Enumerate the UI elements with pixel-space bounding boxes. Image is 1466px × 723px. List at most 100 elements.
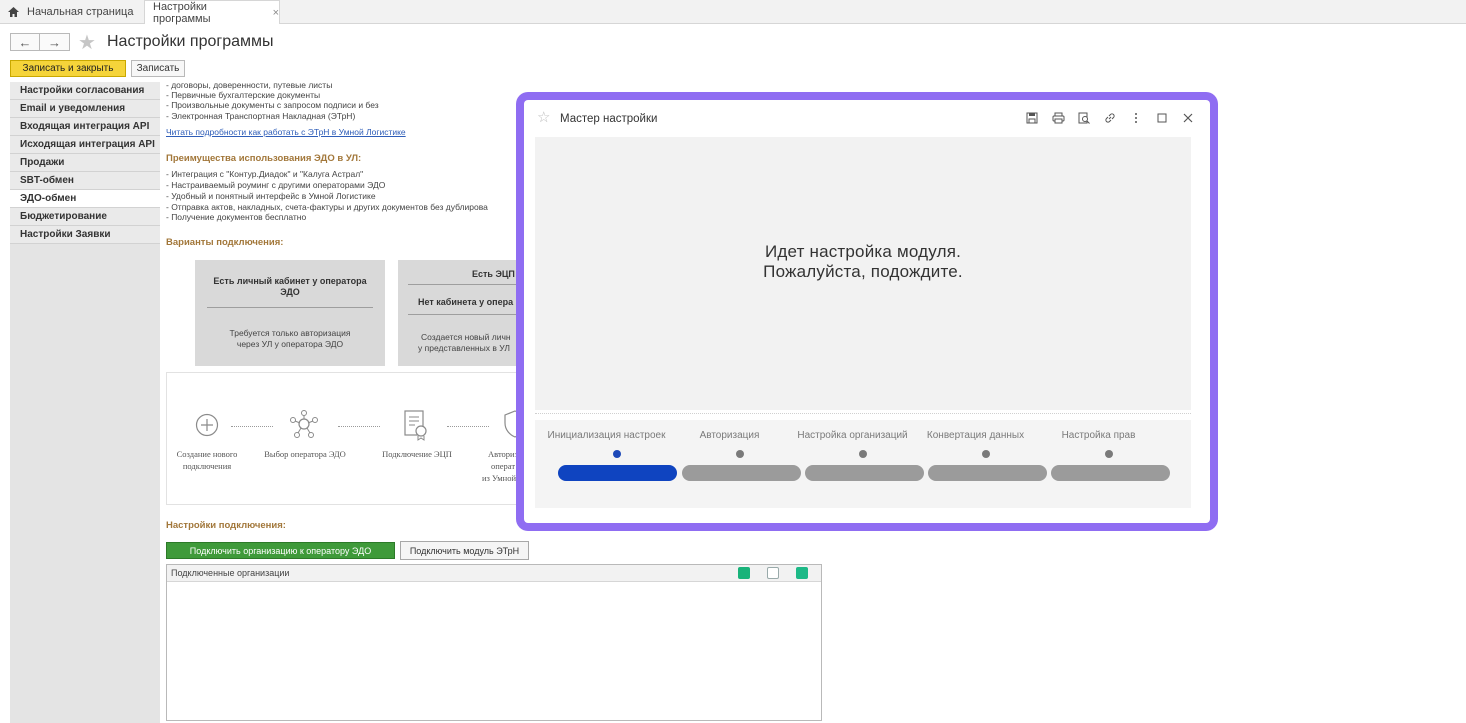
sidebar-item-outbound-api[interactable]: Исходящая интеграция API (10, 136, 160, 154)
doc-type-line: - Произвольные документы с запросом подп… (166, 100, 379, 110)
card-description: у представленных в УЛ (418, 343, 510, 353)
card-description: Создается новый личн (421, 332, 511, 342)
wizard-step-dot (859, 450, 867, 458)
read-more-link[interactable]: Читать подробности как работать с ЭТрН в… (166, 127, 406, 137)
sidebar-item-request-settings[interactable]: Настройки Заявки (10, 226, 160, 244)
tab-home-label: Начальная страница (27, 6, 134, 18)
wizard-step-bar (682, 465, 801, 481)
back-button[interactable]: ← (10, 33, 40, 51)
favorite-star-icon[interactable]: ☆ (537, 108, 550, 126)
card-description: Требуется только авторизация (229, 328, 351, 338)
wizard-step-dot (1105, 450, 1113, 458)
history-nav: ← → (10, 33, 70, 51)
wizard-step-label: Настройка организаций (797, 430, 908, 441)
table-header-label: Подключенные организации (171, 568, 290, 578)
step-label: Подключение ЭЦП (382, 449, 452, 459)
certificate-icon (404, 410, 427, 441)
close-tab-icon[interactable]: × (273, 7, 279, 19)
save-and-close-button[interactable]: Записать и закрыть (10, 60, 126, 77)
step-label: Создание нового (176, 449, 238, 459)
wizard-step-label: Инициализация настроек (547, 430, 666, 441)
sidebar-item-edo[interactable]: ЭДО-обмен (10, 190, 160, 208)
tab-bar: Начальная страница Настройки программы × (0, 0, 1466, 25)
wizard-step-dot (982, 450, 990, 458)
dialog-content: Идет настройка модуля. Пожалуйста, подож… (535, 137, 1191, 410)
step-connector (231, 426, 273, 427)
wizard-step-bar (558, 465, 677, 481)
sidebar-item-sbt[interactable]: SBT-обмен (10, 172, 160, 190)
refresh-icon[interactable] (796, 567, 808, 579)
doc-type-line: - договоры, доверенности, путевые листы (166, 80, 333, 90)
sidebar-item-email[interactable]: Email и уведомления (10, 100, 160, 118)
wizard-step-label: Авторизация (699, 430, 760, 441)
advantage-line: - Интеграция с "Контур.Диадок" и "Калуга… (166, 169, 364, 179)
card-title: Есть личный кабинет у оператора (213, 276, 367, 286)
sidebar-item-sales[interactable]: Продажи (10, 154, 160, 172)
variant-card-new-account[interactable]: Есть ЭЦП Нет кабинета у опера Создается … (398, 260, 524, 366)
save-button[interactable]: Записать (131, 60, 185, 77)
tab-home[interactable]: Начальная страница (8, 0, 133, 24)
doc-type-line: - Электронная Транспортная Накладная (ЭТ… (166, 111, 356, 121)
maximize-icon[interactable] (1154, 110, 1170, 126)
status-message-line: Пожалуйста, подождите. (763, 262, 963, 281)
card-title: Нет кабинета у опера (418, 297, 514, 307)
network-icon (290, 410, 318, 438)
tab-settings[interactable]: Настройки программы × (144, 0, 280, 25)
advantage-line: - Удобный и понятный интерфейс в Умной Л… (166, 191, 376, 201)
wizard-step-label: Конвертация данных (926, 430, 1025, 441)
step-connector (447, 426, 489, 427)
wizard-step-label: Настройка прав (1061, 430, 1136, 441)
wizard-step-dot (613, 450, 621, 458)
page-title: Настройки программы (107, 33, 274, 50)
connection-steps: Создание нового подключения Выбор операт… (166, 372, 526, 505)
table-header: Подключенные организации (167, 565, 821, 582)
variants-heading: Варианты подключения: (166, 237, 284, 248)
sidebar-item-approval[interactable]: Настройки согласования (10, 82, 160, 100)
link-icon[interactable] (1102, 110, 1118, 126)
step-label: подключения (182, 461, 232, 471)
connect-organization-button[interactable]: Подключить организацию к оператору ЭДО (166, 542, 395, 559)
step-label: Выбор оператора ЭДО (264, 449, 346, 459)
tab-settings-label: Настройки программы (153, 0, 211, 25)
dialog-toolbar (1024, 110, 1196, 126)
card-divider (408, 314, 524, 315)
wizard-step-dot (736, 450, 744, 458)
advantage-line: - Настраиваемый роуминг с другими операт… (166, 180, 386, 190)
card-divider (207, 307, 373, 308)
sidebar-item-budget[interactable]: Бюджетирование (10, 208, 160, 226)
card-description: через УЛ у оператора ЭДО (236, 339, 344, 349)
plus-circle-icon (195, 413, 219, 437)
card-divider (408, 284, 524, 285)
print-icon[interactable] (1050, 110, 1066, 126)
favorite-star-icon[interactable]: ★ (78, 30, 96, 55)
users-icon[interactable] (767, 567, 779, 579)
more-menu-icon[interactable] (1128, 110, 1144, 126)
connected-organizations-table: Подключенные организации (166, 564, 822, 721)
wizard-progress: Инициализация настроек Авторизация Настр… (535, 420, 1191, 508)
advantages-heading: Преимущества использования ЭДО в УЛ: (166, 153, 362, 164)
save-icon[interactable] (1024, 110, 1040, 126)
card-title: ЭДО (280, 287, 300, 297)
wizard-step-bar (928, 465, 1047, 481)
settings-sidebar: Настройки согласования Email и уведомлен… (10, 82, 160, 723)
home-icon (8, 7, 19, 17)
close-icon[interactable] (1180, 110, 1196, 126)
status-message-line: Идет настройка модуля. (764, 242, 962, 261)
variant-card-existing-account[interactable]: Есть личный кабинет у оператора ЭДО Треб… (195, 260, 385, 366)
doc-type-line: - Первичные бухгалтерские документы (166, 90, 321, 100)
connect-module-button[interactable]: Подключить модуль ЭТрН (400, 541, 529, 560)
setup-wizard-dialog: ☆ Мастер настройки Идет настройка модуля… (524, 100, 1210, 523)
step-connector (338, 426, 380, 427)
connection-heading: Настройки подключения: (166, 520, 286, 531)
forward-button[interactable]: → (40, 33, 70, 51)
sidebar-item-inbound-api[interactable]: Входящая интеграция API (10, 118, 160, 136)
preview-icon[interactable] (1076, 110, 1092, 126)
wizard-step-bar (1051, 465, 1170, 481)
advantage-line: - Получение документов бесплатно (166, 212, 307, 222)
wizard-step-bar (805, 465, 924, 481)
edit-icon[interactable] (738, 567, 750, 579)
status-message: Идет настройка модуля. Пожалуйста, подож… (535, 242, 1191, 282)
dialog-title: Мастер настройки (560, 113, 658, 125)
advantage-line: - Отправка актов, накладных, счета-факту… (166, 202, 488, 212)
dialog-separator (535, 413, 1191, 414)
